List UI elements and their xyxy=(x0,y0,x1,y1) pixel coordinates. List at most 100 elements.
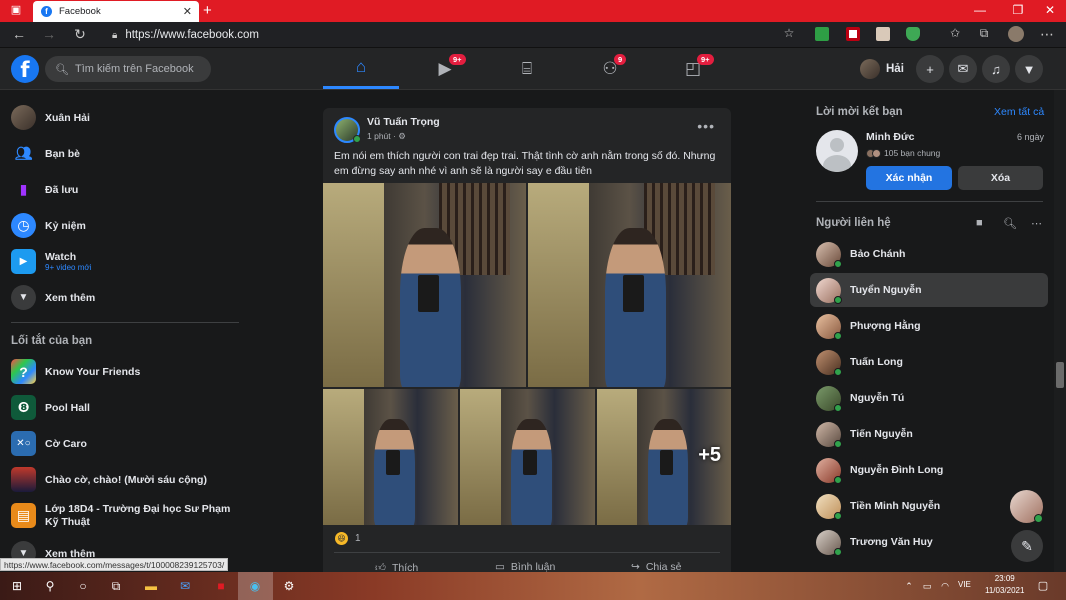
file-explorer-icon[interactable]: ▬ xyxy=(142,577,160,595)
show-hidden-icons[interactable]: ⌃ xyxy=(900,577,918,595)
post-photo[interactable] xyxy=(528,183,731,387)
contact-item[interactable]: Tuấn Long xyxy=(810,345,1048,379)
back-icon[interactable]: ← xyxy=(10,26,28,42)
task-view-icon[interactable]: ⧉ xyxy=(107,577,125,595)
post-photo-more[interactable]: +5 xyxy=(597,389,731,525)
sidebar-item-memories[interactable]: ◷ Kỷ niệm xyxy=(11,213,86,238)
contact-name: Trương Văn Huy xyxy=(850,536,933,548)
windows-start-icon[interactable]: ⊞ xyxy=(8,577,26,595)
tab-actions-icon[interactable]: ▣ xyxy=(8,3,24,16)
reaction-summary[interactable]: 😆︎ 1 xyxy=(335,532,361,545)
shortcut-item[interactable]: ▤ Lớp 18D4 - Trường Đại học Sư Phạm Kỹ T… xyxy=(11,503,241,529)
forward-icon[interactable]: → xyxy=(40,26,58,42)
chat-head-avatar[interactable] xyxy=(1010,490,1043,523)
facebook-logo[interactable]: f xyxy=(11,55,39,83)
account-menu-button[interactable]: ▼ xyxy=(1015,55,1043,83)
search-icon[interactable]: ⚲ xyxy=(41,577,59,595)
maximize-button[interactable]: ❐ xyxy=(1010,3,1026,17)
avatar[interactable] xyxy=(816,130,858,172)
bell-icon: ♫ xyxy=(991,61,1001,77)
cortana-icon[interactable]: ○ xyxy=(74,577,92,595)
address-bar[interactable]: 🔒︎ https://www.facebook.com xyxy=(104,25,804,45)
collections-icon[interactable]: ⧉ xyxy=(975,26,993,41)
tab-watch[interactable]: ▶ xyxy=(407,48,483,89)
new-tab-button[interactable]: + xyxy=(203,2,212,19)
page-scrollbar[interactable] xyxy=(1054,90,1066,572)
sidebar-see-more[interactable]: ▼ Xem thêm xyxy=(11,285,95,310)
browser-tab[interactable]: f Facebook ✕ xyxy=(33,1,199,22)
shortcut-label: Chào cờ, chào! (Mười sáu cộng) xyxy=(45,473,207,486)
avatar xyxy=(816,241,842,268)
minimize-button[interactable]: — xyxy=(972,3,988,17)
create-button[interactable]: + xyxy=(916,55,944,83)
refresh-icon[interactable]: ↻ xyxy=(71,26,89,43)
sidebar-item-profile[interactable]: Xuân Hải xyxy=(11,105,90,130)
shortcut-item[interactable]: ? Know Your Friends xyxy=(11,359,140,384)
messenger-button[interactable]: ✉ xyxy=(949,55,977,83)
tab-gaming[interactable]: ◰ xyxy=(655,48,731,89)
tab-home[interactable]: ⌂ xyxy=(323,48,399,89)
contact-item[interactable]: Tiến Nguyễn xyxy=(810,417,1048,451)
favorite-star-icon[interactable]: ☆ xyxy=(780,26,798,40)
shortcut-label: Pool Hall xyxy=(45,401,90,414)
sidebar-item-friends[interactable]: 👥︎ Bạn bè xyxy=(11,141,80,166)
battery-icon[interactable]: ▭ xyxy=(918,577,936,595)
notifications-icon[interactable]: ▢ xyxy=(1034,577,1052,595)
tab-marketplace[interactable]: ⌸ xyxy=(489,48,565,89)
post-photo[interactable] xyxy=(460,389,595,525)
settings-icon[interactable]: ⚙ xyxy=(280,577,298,595)
tab-groups[interactable]: ⚇ xyxy=(572,48,648,89)
sidebar-item-watch[interactable]: ▶ Watch 9+ video mới xyxy=(11,249,91,274)
extension-adblock-icon[interactable] xyxy=(906,27,920,41)
scrollbar-thumb[interactable] xyxy=(1056,362,1064,388)
search-input[interactable]: 🔍︎ Tìm kiếm trên Facebook xyxy=(45,56,211,82)
wifi-icon[interactable]: ◠ xyxy=(936,577,954,595)
profile-chip[interactable]: Hải xyxy=(860,56,904,82)
extension-picture-icon[interactable] xyxy=(876,27,890,41)
video-call-icon[interactable]: ■ xyxy=(976,217,983,229)
delete-button[interactable]: Xóa xyxy=(958,166,1043,190)
contact-item[interactable]: Nguyễn Đình Long xyxy=(810,453,1048,487)
language-indicator[interactable]: VIE xyxy=(958,580,971,589)
contact-item[interactable]: Nguyễn Tú xyxy=(810,381,1048,415)
edge-icon[interactable]: ◉ xyxy=(246,577,264,595)
new-message-button[interactable]: ✎ xyxy=(1011,530,1043,562)
confirm-button[interactable]: Xác nhận xyxy=(866,166,952,190)
contact-item[interactable]: Phượng Hằng xyxy=(810,309,1048,343)
game-icon xyxy=(11,467,36,492)
contact-item[interactable]: Bảo Chánh xyxy=(810,237,1048,271)
extension-check-icon[interactable] xyxy=(815,27,829,41)
post-author[interactable]: Vũ Tuấn Trọng xyxy=(367,116,440,128)
feed-post: Vũ Tuấn Trọng 1 phút · ⚙ ••• Em nói em t… xyxy=(323,108,731,588)
online-dot xyxy=(834,547,842,556)
favorites-icon[interactable]: ✩ xyxy=(946,26,964,40)
avatar xyxy=(816,313,842,340)
close-window-button[interactable]: ✕ xyxy=(1042,3,1058,17)
more-options-icon[interactable]: ⋯ xyxy=(1031,217,1042,230)
sidebar-item-saved[interactable]: ▮ Đã lưu xyxy=(11,177,79,202)
browser-menu-icon[interactable]: ⋯ xyxy=(1038,26,1056,43)
post-photo[interactable] xyxy=(323,183,526,387)
pool-ball-icon: ❽ xyxy=(11,395,36,420)
shortcut-item[interactable]: Chào cờ, chào! (Mười sáu cộng) xyxy=(11,467,207,492)
taskbar-clock[interactable]: 23:09 11/03/2021 xyxy=(985,573,1024,597)
close-tab-icon[interactable]: ✕ xyxy=(183,5,192,18)
plus-icon: + xyxy=(926,61,934,77)
see-all-link[interactable]: Xem tất cả xyxy=(994,106,1044,118)
search-icon[interactable]: 🔍︎ xyxy=(1003,217,1017,230)
notifications-button[interactable]: ♫ xyxy=(982,55,1010,83)
browser-profile-avatar[interactable] xyxy=(1008,26,1024,42)
post-options-button[interactable]: ••• xyxy=(697,118,715,134)
search-icon: 🔍︎ xyxy=(55,63,69,76)
shortcut-item[interactable]: ✕○ Cờ Caro xyxy=(11,431,87,456)
mail-icon[interactable]: ✉ xyxy=(176,577,194,595)
request-name[interactable]: Minh Đức xyxy=(866,131,914,143)
extension-shield-icon[interactable] xyxy=(846,27,860,41)
post-time[interactable]: 1 phút · ⚙ xyxy=(367,131,406,142)
app-icon[interactable]: ■ xyxy=(212,577,230,595)
shortcut-item[interactable]: ❽ Pool Hall xyxy=(11,395,90,420)
tab-title: Facebook xyxy=(59,6,101,17)
post-photo[interactable] xyxy=(323,389,458,525)
facebook-favicon-icon: f xyxy=(41,6,52,17)
contact-item[interactable]: Tuyển Nguyễn xyxy=(810,273,1048,307)
